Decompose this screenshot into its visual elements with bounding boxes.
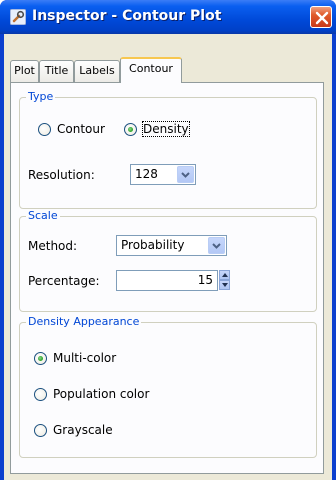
radio-checked-icon <box>34 351 47 365</box>
grayscale-label: Grayscale <box>53 423 113 437</box>
resolution-value: 128 <box>135 167 158 181</box>
scale-group: Scale Method: Probability Percentage: 15 <box>19 209 317 312</box>
title-bar[interactable]: Inspector - Contour Plot <box>0 0 336 34</box>
method-value: Probability <box>121 238 185 252</box>
type-group-legend: Type <box>26 90 56 104</box>
tab-contour[interactable]: Contour <box>120 57 182 83</box>
method-label: Method: <box>28 239 78 253</box>
percentage-value: 15 <box>197 273 213 287</box>
density-radio-label: Density <box>142 121 190 137</box>
tab-labels[interactable]: Labels <box>74 60 120 82</box>
type-group: Type Contour Density Resolution: 128 <box>19 90 317 209</box>
contour-tab-panel: Type Contour Density Resolution: 128 Sca… <box>10 82 324 474</box>
multi-color-radio[interactable]: Multi-color <box>34 351 116 365</box>
density-appearance-group: Density Appearance Multi-color Populatio… <box>19 315 317 458</box>
multi-color-label: Multi-color <box>53 351 117 365</box>
arrow-up-icon <box>222 273 228 277</box>
resolution-label: Resolution: <box>28 168 95 182</box>
inspector-window: Inspector - Contour Plot Plot Title Labe… <box>0 0 336 480</box>
population-color-label: Population color <box>53 387 150 401</box>
radio-unchecked-icon <box>34 423 47 437</box>
radio-checked-icon <box>124 122 137 136</box>
close-icon <box>315 11 329 25</box>
window-client-area: Plot Title Labels Contour Type Contour D… <box>4 34 332 480</box>
scale-group-legend: Scale <box>26 209 60 223</box>
spin-up-button[interactable] <box>219 270 230 280</box>
resolution-select[interactable]: 128 <box>130 164 196 185</box>
density-appearance-legend: Density Appearance <box>26 315 142 329</box>
wrench-icon <box>9 8 27 26</box>
radio-unchecked-icon <box>38 122 51 136</box>
tab-plot[interactable]: Plot <box>10 60 39 82</box>
percentage-input[interactable]: 15 <box>116 270 218 291</box>
radio-unchecked-icon <box>34 387 47 401</box>
percentage-spinner <box>219 270 230 290</box>
spin-down-button[interactable] <box>219 280 230 290</box>
density-radio[interactable]: Density <box>124 121 190 137</box>
resolution-dropdown-button[interactable] <box>177 166 194 183</box>
percentage-label: Percentage: <box>28 274 100 288</box>
method-select[interactable]: Probability <box>116 235 227 256</box>
tab-title[interactable]: Title <box>39 60 74 82</box>
chevron-down-icon <box>181 172 190 178</box>
contour-radio[interactable]: Contour <box>38 122 105 136</box>
method-dropdown-button[interactable] <box>208 237 225 254</box>
contour-radio-label: Contour <box>57 122 105 136</box>
population-color-radio[interactable]: Population color <box>34 387 149 401</box>
close-button[interactable] <box>310 6 332 28</box>
chevron-down-icon <box>212 243 221 249</box>
window-title: Inspector - Contour Plot <box>32 8 222 24</box>
grayscale-radio[interactable]: Grayscale <box>34 423 113 437</box>
arrow-down-icon <box>222 283 228 287</box>
